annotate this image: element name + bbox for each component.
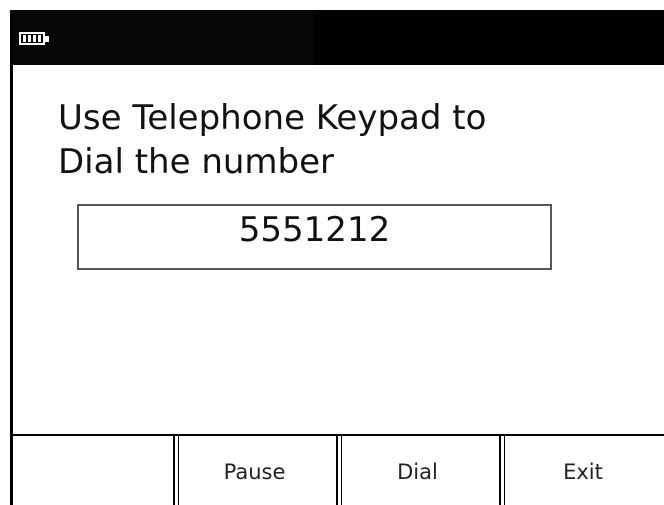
instruction-line-2: Dial the number (58, 142, 335, 182)
pause-button-label: Pause (223, 459, 286, 484)
softkey-divider (173, 436, 179, 505)
exit-button[interactable]: Exit (499, 436, 664, 505)
dial-button-label: Dial (397, 459, 438, 484)
softkey-bar: Pause Dial Exit (13, 434, 664, 505)
softkey-blank[interactable] (13, 436, 173, 505)
exit-button-label: Exit (563, 459, 603, 484)
dial-instructions: Use Telephone Keypad to Dial the number (58, 96, 638, 184)
softkey-divider (336, 436, 342, 505)
instruction-line-1: Use Telephone Keypad to (58, 98, 487, 138)
battery-icon (19, 32, 45, 45)
status-bar-left-panel (13, 10, 313, 65)
dial-button[interactable]: Dial (336, 436, 499, 505)
phone-number-field[interactable]: 5551212 (77, 204, 552, 270)
phone-number-value: 5551212 (238, 210, 391, 250)
phone-screen: Use Telephone Keypad to Dial the number … (10, 10, 664, 505)
status-bar (13, 10, 664, 65)
battery-icon-terminal (45, 36, 49, 42)
softkey-divider (499, 436, 505, 505)
pause-button[interactable]: Pause (173, 436, 336, 505)
